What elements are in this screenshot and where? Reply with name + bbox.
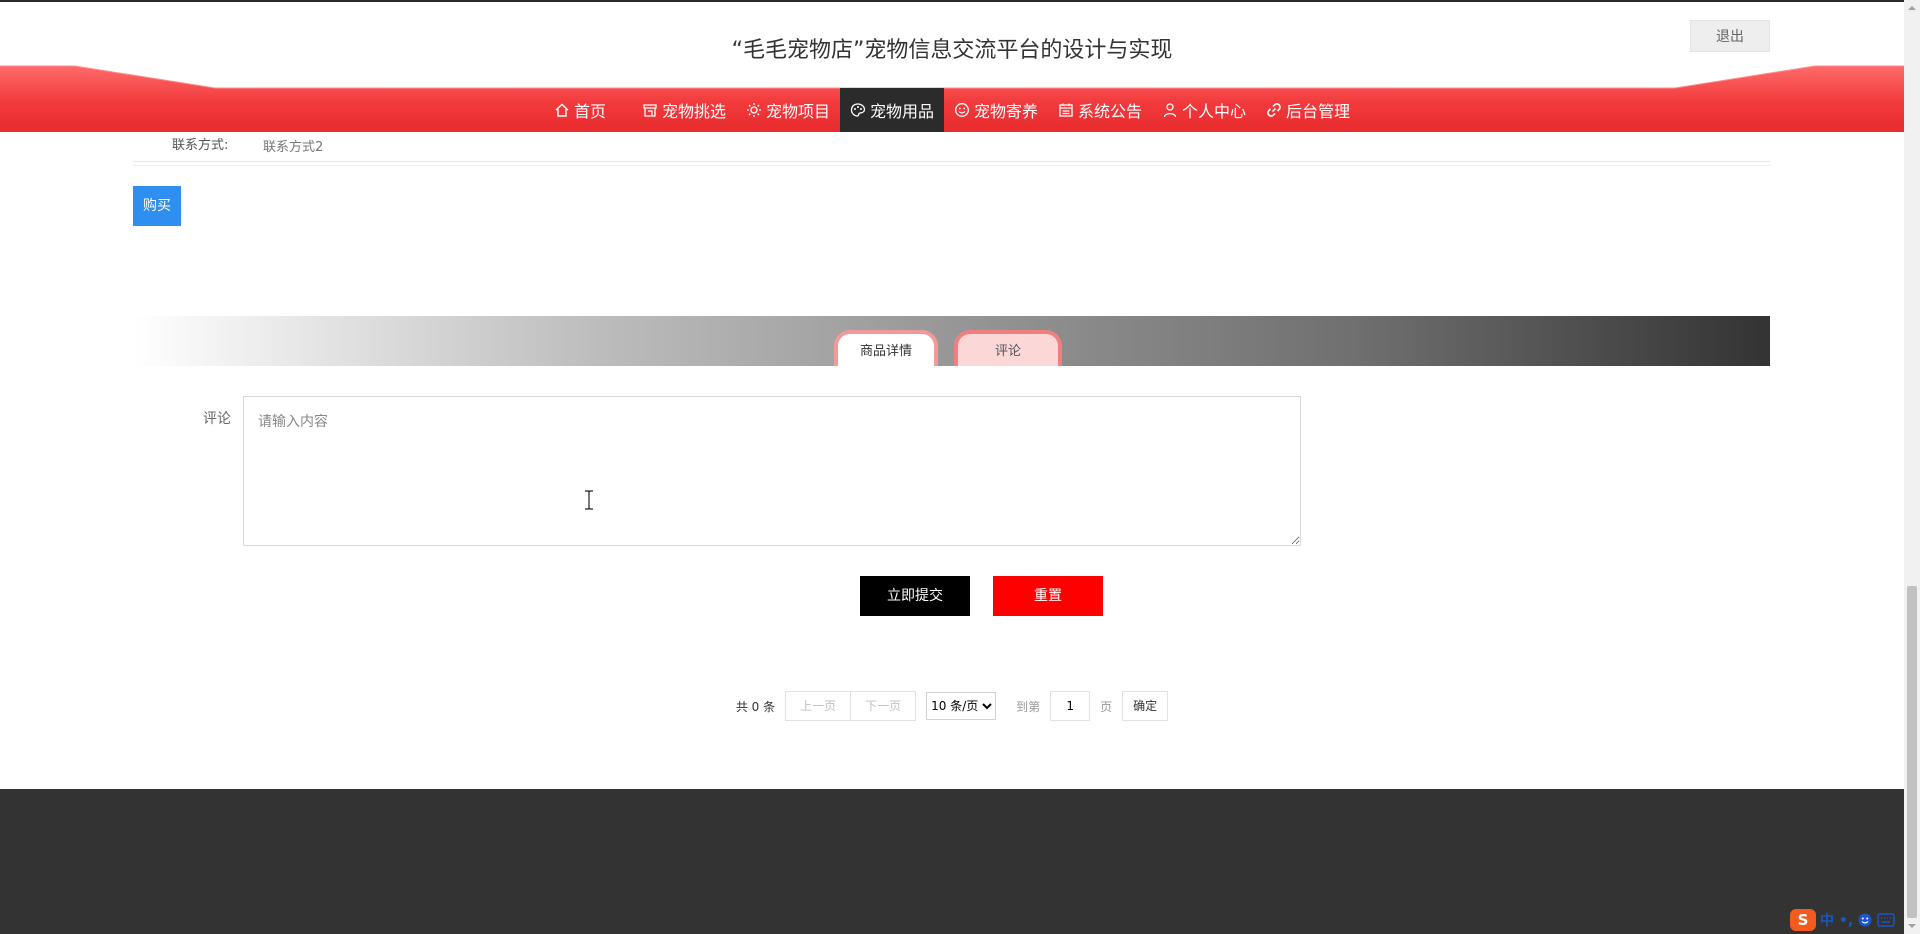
ime-toolbar[interactable]: S 中 •,	[1790, 908, 1895, 932]
tab-comments[interactable]: 评论	[954, 330, 1062, 366]
ime-status: 中 •,	[1820, 913, 1854, 929]
site-header: “毛毛宠物店”宠物信息交流平台的设计与实现 退出	[0, 2, 1904, 66]
prev-page-button[interactable]: 上一页	[785, 691, 852, 721]
palette-icon	[850, 102, 866, 118]
nav-item-pet-projects[interactable]: 宠物项目	[736, 88, 840, 132]
divider	[133, 161, 1770, 162]
submit-button[interactable]: 立即提交	[860, 576, 970, 616]
next-page-button[interactable]: 下一页	[851, 691, 917, 721]
pagination: 共 0 条 上一页 下一页 10 条/页 到第 页 确定	[0, 690, 1904, 722]
logout-button[interactable]: 退出	[1690, 20, 1770, 52]
nav-item-pet-selection[interactable]: 宠物挑选	[632, 88, 736, 132]
nav-label: 个人中心	[1182, 102, 1247, 121]
goto-label: 到第	[1016, 699, 1041, 714]
text-cursor-icon	[585, 490, 593, 510]
page-size-select[interactable]: 10 条/页	[926, 692, 997, 720]
nav-item-announcements[interactable]: 系统公告	[1048, 88, 1152, 132]
nav-item-admin[interactable]: 后台管理	[1256, 88, 1360, 132]
buy-button[interactable]: 购买	[133, 186, 181, 226]
tab-product-details[interactable]: 商品详情	[834, 330, 938, 366]
scroll-up-arrow-icon[interactable]	[1904, 0, 1920, 16]
shop-icon	[642, 102, 658, 118]
emoji-icon[interactable]	[1857, 912, 1873, 928]
main-nav-bar: 首页 宠物挑选 宠物项目 宠物用品 宠物寄养 系统公告 个人中心 后台管理	[0, 62, 1904, 134]
reset-button[interactable]: 重置	[993, 576, 1103, 616]
nav-label: 后台管理	[1286, 102, 1351, 121]
total-count: 共 0 条	[735, 699, 776, 714]
nav-item-personal-center[interactable]: 个人中心	[1152, 88, 1256, 132]
divider	[133, 165, 1770, 166]
nav-label: 宠物项目	[765, 102, 830, 121]
page-suffix: 页	[1100, 699, 1113, 714]
detail-tab-band: 商品详情 评论	[133, 316, 1770, 366]
scroll-down-arrow-icon[interactable]	[1904, 918, 1920, 934]
nav-menu: 首页 宠物挑选 宠物项目 宠物用品 宠物寄养 系统公告 个人中心 后台管理	[0, 88, 1904, 132]
vertical-scrollbar[interactable]	[1904, 0, 1920, 934]
nav-label: 首页	[573, 102, 606, 121]
link-icon	[1266, 102, 1282, 118]
scrollbar-thumb[interactable]	[1907, 586, 1917, 918]
contact-row: 联系方式: 联系方式2	[0, 134, 1904, 162]
nav-item-home[interactable]: 首页	[544, 88, 616, 132]
calendar-icon	[1058, 102, 1074, 118]
smile-icon	[954, 102, 970, 118]
contact-value: 联系方式2	[263, 140, 324, 155]
sun-icon	[746, 102, 762, 118]
nav-label: 宠物挑选	[661, 102, 726, 121]
nav-item-pet-boarding[interactable]: 宠物寄养	[944, 88, 1048, 132]
keyboard-icon[interactable]	[1877, 913, 1895, 927]
nav-item-pet-supplies[interactable]: 宠物用品	[839, 88, 944, 132]
nav-label: 宠物寄养	[974, 102, 1039, 121]
user-icon	[1162, 102, 1178, 118]
nav-label: 宠物用品	[869, 102, 934, 121]
sogou-logo-icon: S	[1790, 909, 1816, 931]
goto-confirm-button[interactable]: 确定	[1122, 691, 1169, 721]
nav-label: 系统公告	[1078, 102, 1143, 121]
home-icon	[554, 102, 570, 118]
comment-textarea[interactable]	[243, 396, 1301, 546]
page-number-input[interactable]	[1050, 691, 1091, 721]
comment-field-label: 评论	[203, 411, 231, 427]
contact-label: 联系方式:	[172, 138, 229, 153]
site-title: “毛毛宠物店”宠物信息交流平台的设计与实现	[731, 38, 1173, 63]
site-footer	[0, 789, 1904, 934]
